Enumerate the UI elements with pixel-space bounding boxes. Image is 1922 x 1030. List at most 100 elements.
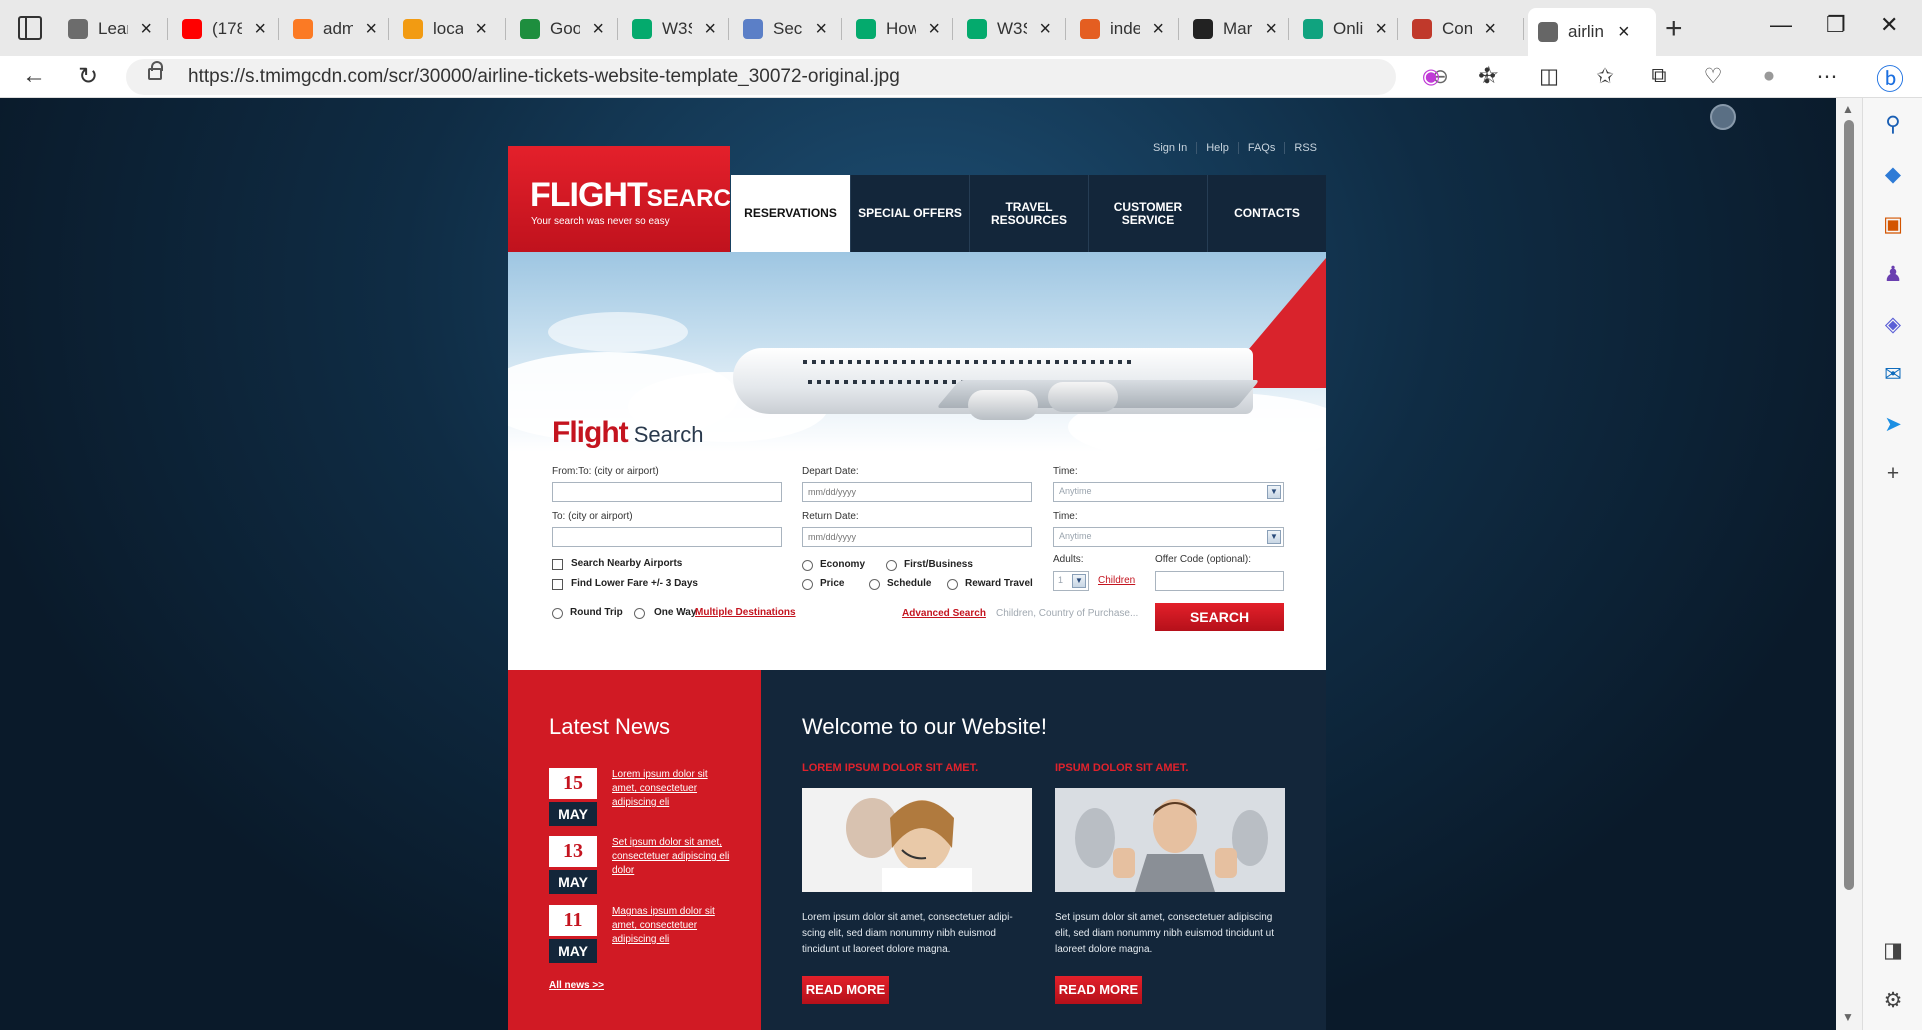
sign-in-link[interactable]: Sign In bbox=[1144, 142, 1196, 154]
to-input[interactable] bbox=[552, 527, 782, 547]
site-logo[interactable]: FLIGHTSEARCH Your search was never so ea… bbox=[508, 146, 748, 252]
scroll-down-icon[interactable]: ▼ bbox=[1842, 1010, 1854, 1024]
back-icon[interactable]: ← bbox=[22, 62, 46, 90]
browser-tab[interactable]: local × bbox=[393, 10, 497, 48]
close-tab-icon[interactable]: × bbox=[254, 18, 266, 41]
more-menu-icon[interactable]: ⋯ bbox=[1814, 64, 1840, 89]
from-input[interactable] bbox=[552, 482, 782, 502]
schedule-radio[interactable] bbox=[869, 579, 880, 590]
browser-tab[interactable]: (1787 × bbox=[172, 10, 276, 48]
collections-icon[interactable]: ⧉ bbox=[1646, 64, 1672, 88]
return-date-input[interactable] bbox=[802, 527, 1032, 547]
maximize-button[interactable]: ❐ bbox=[1826, 12, 1846, 38]
close-tab-icon[interactable]: × bbox=[1152, 18, 1164, 41]
hide-sidebar-icon[interactable]: ◨ bbox=[1881, 938, 1905, 962]
performance-icon[interactable]: ♡ bbox=[1700, 64, 1726, 89]
close-tab-icon[interactable]: × bbox=[365, 18, 377, 41]
new-tab-button[interactable]: + bbox=[1665, 12, 1683, 46]
browser-tab[interactable]: Onlin × bbox=[1293, 10, 1397, 48]
color-extension-icon[interactable]: ◉ bbox=[1418, 64, 1444, 89]
url-field[interactable]: https://s.tmimgcdn.com/scr/30000/airline… bbox=[126, 59, 1500, 95]
round-trip-radio[interactable] bbox=[552, 608, 563, 619]
return-time-select[interactable]: Anytime ▼ bbox=[1053, 527, 1284, 547]
depart-date-input[interactable] bbox=[802, 482, 1032, 502]
settings-gear-icon[interactable]: ⚙ bbox=[1881, 988, 1905, 1012]
browser-tab[interactable]: inde × bbox=[1070, 10, 1174, 48]
scroll-up-icon[interactable]: ▲ bbox=[1842, 102, 1854, 116]
welcome-column-text: Set ipsum dolor sit amet, consectetuer a… bbox=[1055, 912, 1275, 955]
browser-tab[interactable]: admi × bbox=[283, 10, 387, 48]
browser-tab[interactable]: Cont × bbox=[1402, 10, 1506, 48]
refresh-icon[interactable]: ↻ bbox=[78, 62, 98, 91]
faqs-link[interactable]: FAQs bbox=[1237, 142, 1285, 154]
close-tab-icon[interactable]: × bbox=[475, 18, 487, 41]
split-screen-icon[interactable]: ◫ bbox=[1536, 64, 1562, 89]
close-tab-icon[interactable]: × bbox=[704, 18, 716, 41]
browser-tab[interactable]: Learn × bbox=[58, 10, 162, 48]
one-way-radio[interactable] bbox=[634, 608, 645, 619]
tab-actions-icon[interactable] bbox=[18, 16, 42, 40]
browser-tab[interactable]: airlin × bbox=[1528, 8, 1656, 56]
close-tab-icon[interactable]: × bbox=[1484, 18, 1496, 41]
multiple-destinations-link[interactable]: Multiple Destinations bbox=[695, 607, 796, 618]
image-viewer-icon[interactable] bbox=[1710, 104, 1736, 130]
price-radio[interactable] bbox=[802, 579, 813, 590]
advanced-search-link[interactable]: Advanced Search bbox=[902, 608, 986, 619]
adults-select[interactable]: 1 ▼ bbox=[1053, 571, 1089, 591]
nav-customer-service[interactable]: CUSTOMER SERVICE bbox=[1088, 175, 1207, 252]
news-link[interactable]: Lorem ipsum dolor sit amet, consectetuer… bbox=[612, 768, 732, 810]
close-tab-icon[interactable]: × bbox=[815, 18, 827, 41]
rss-link[interactable]: RSS bbox=[1284, 142, 1326, 154]
browser-tab[interactable]: Secu × bbox=[733, 10, 837, 48]
minimize-button[interactable]: — bbox=[1770, 12, 1792, 38]
read-more-button[interactable]: READ MORE bbox=[1055, 976, 1142, 1004]
browser-tab[interactable]: Mari × bbox=[1183, 10, 1287, 48]
lower-fare-checkbox[interactable] bbox=[552, 579, 563, 590]
nav-contacts[interactable]: CONTACTS bbox=[1207, 175, 1326, 252]
nav-special-offers[interactable]: SPECIAL OFFERS bbox=[850, 175, 969, 252]
browser-tab[interactable]: W3Sc × bbox=[957, 10, 1061, 48]
depart-time-select[interactable]: Anytime ▼ bbox=[1053, 482, 1284, 502]
send-icon[interactable]: ➤ bbox=[1881, 412, 1905, 436]
page-scrollbar[interactable]: ▲ ▼ bbox=[1836, 98, 1862, 1030]
close-tab-icon[interactable]: × bbox=[928, 18, 940, 41]
help-link[interactable]: Help bbox=[1196, 142, 1238, 154]
read-more-button[interactable]: READ MORE bbox=[802, 976, 889, 1004]
close-tab-icon[interactable]: × bbox=[1039, 18, 1051, 41]
browser-tab[interactable]: W3Sc × bbox=[622, 10, 726, 48]
shopping-tag-icon[interactable]: ◆ bbox=[1881, 162, 1905, 186]
favorites-icon[interactable]: ✩ bbox=[1592, 64, 1618, 89]
games-icon[interactable]: ♟ bbox=[1881, 262, 1905, 286]
close-tab-icon[interactable]: × bbox=[140, 18, 152, 41]
browser-tab[interactable]: How × bbox=[846, 10, 950, 48]
nav-travel-resources[interactable]: TRAVEL RESOURCES bbox=[969, 175, 1088, 252]
children-link[interactable]: Children bbox=[1098, 575, 1135, 586]
news-link[interactable]: Magnas ipsum dolor sit amet, consectetue… bbox=[612, 905, 732, 947]
all-news-link[interactable]: All news >> bbox=[549, 980, 604, 991]
youtube-tab-icon bbox=[182, 19, 202, 39]
close-tab-icon[interactable]: × bbox=[592, 18, 604, 41]
browser-tab[interactable]: Goog × bbox=[510, 10, 614, 48]
tab-separator bbox=[1178, 18, 1179, 40]
close-tab-icon[interactable]: × bbox=[1375, 18, 1387, 41]
news-link[interactable]: Set ipsum dolor sit amet, consectetuer a… bbox=[612, 836, 732, 878]
close-tab-icon[interactable]: × bbox=[1265, 18, 1277, 41]
nav-reservations[interactable]: RESERVATIONS bbox=[731, 175, 850, 252]
offer-code-input[interactable] bbox=[1155, 571, 1284, 591]
extensions-icon[interactable]: ✣ bbox=[1474, 64, 1500, 89]
economy-radio[interactable] bbox=[802, 560, 813, 571]
tools-briefcase-icon[interactable]: ▣ bbox=[1881, 212, 1905, 236]
scroll-thumb[interactable] bbox=[1844, 120, 1854, 890]
search-icon[interactable]: ⚲ bbox=[1881, 112, 1905, 136]
first-business-radio[interactable] bbox=[886, 560, 897, 571]
copilot-icon[interactable]: ⓑ bbox=[1876, 58, 1904, 98]
search-button[interactable]: SEARCH bbox=[1155, 603, 1284, 631]
close-tab-icon[interactable]: × bbox=[1618, 21, 1630, 44]
profile-avatar-icon[interactable]: ● bbox=[1756, 64, 1782, 88]
nearby-airports-checkbox[interactable] bbox=[552, 559, 563, 570]
outlook-icon[interactable]: ✉ bbox=[1881, 362, 1905, 386]
reward-travel-radio[interactable] bbox=[947, 579, 958, 590]
close-window-button[interactable]: ✕ bbox=[1880, 12, 1898, 38]
office-icon[interactable]: ◈ bbox=[1881, 312, 1905, 336]
add-sidebar-icon[interactable]: + bbox=[1881, 462, 1905, 486]
